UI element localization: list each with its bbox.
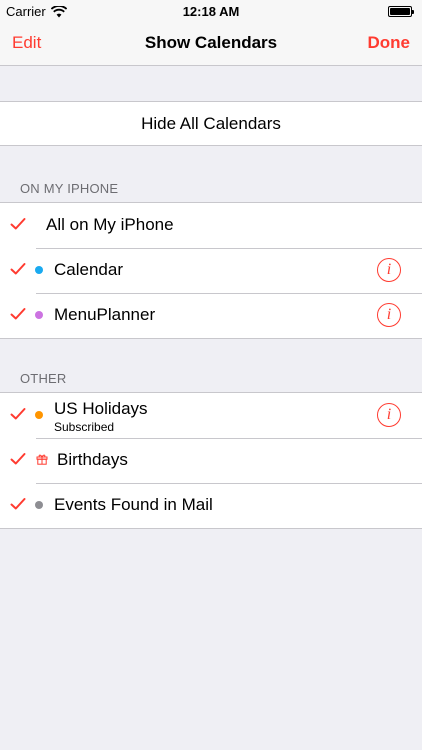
- row-label: All on My iPhone: [46, 215, 174, 234]
- on-my-iphone-group: All on My iPhone Calendar i MenuPlanner …: [0, 202, 422, 339]
- checkmark-icon: [10, 308, 26, 320]
- row-label: MenuPlanner: [54, 305, 156, 324]
- battery-level: [390, 8, 410, 15]
- checkmark-icon: [10, 498, 26, 510]
- calendar-row-calendar[interactable]: Calendar i: [0, 248, 422, 293]
- calendar-row-all-on-my-iphone[interactable]: All on My iPhone: [0, 203, 422, 248]
- page-title: Show Calendars: [144, 33, 278, 52]
- edit-button[interactable]: Edit: [12, 33, 41, 53]
- screen: Carrier 12:18 AM Edit Show Calendars Don…: [0, 0, 422, 750]
- row-label: Birthdays: [57, 450, 128, 469]
- checkmark-icon: [10, 453, 26, 465]
- checkmark-icon: [10, 408, 26, 420]
- calendar-color-dot: [35, 311, 43, 319]
- status-time: 12:18 AM: [182, 4, 240, 19]
- gift-icon: [36, 454, 48, 465]
- info-icon[interactable]: i: [377, 258, 401, 282]
- calendar-row-events-found-in-mail[interactable]: Events Found in Mail: [0, 483, 422, 528]
- battery-icon: [388, 6, 414, 17]
- calendar-color-dot: [35, 411, 43, 419]
- done-button[interactable]: Done: [368, 33, 411, 53]
- row-label: Calendar: [54, 260, 123, 279]
- hide-all-group: Hide All Calendars: [0, 101, 422, 146]
- calendar-row-menuplanner[interactable]: MenuPlanner i: [0, 293, 422, 338]
- calendar-row-us-holidays[interactable]: US Holidays Subscribed i: [0, 393, 422, 438]
- row-label: Events Found in Mail: [54, 495, 213, 514]
- checkmark-icon: [10, 263, 26, 275]
- checkmark-icon: [10, 218, 26, 230]
- section-header-on-my-iphone: ON MY IPHONE: [20, 181, 119, 196]
- row-label: US Holidays: [54, 399, 148, 418]
- section-header-other: OTHER: [20, 371, 67, 386]
- info-icon[interactable]: i: [377, 303, 401, 327]
- nav-bar: Edit Show Calendars Done: [0, 22, 422, 66]
- calendar-color-dot: [35, 266, 43, 274]
- hide-all-calendars-button[interactable]: Hide All Calendars: [0, 102, 422, 145]
- other-group: US Holidays Subscribed i Birthdays Event…: [0, 392, 422, 529]
- calendar-row-birthdays[interactable]: Birthdays: [0, 438, 422, 483]
- row-subtitle: Subscribed: [54, 420, 115, 434]
- status-bar: Carrier 12:18 AM: [0, 0, 422, 22]
- info-icon[interactable]: i: [377, 403, 401, 427]
- calendar-color-dot: [35, 501, 43, 509]
